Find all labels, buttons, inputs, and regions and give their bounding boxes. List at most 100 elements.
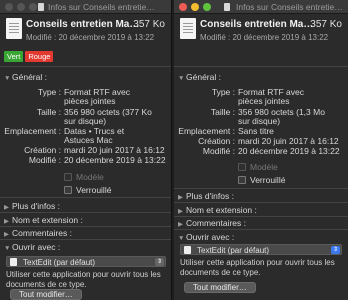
type-value-line2: pièces jointes <box>64 96 116 106</box>
disclosure-closed-icon: ▶ <box>178 208 183 215</box>
type-row-cont: pièces jointes <box>238 97 290 106</box>
open-with-app: TextEdit (par défaut) <box>197 246 270 255</box>
file-name: Conseils entretien Ma… <box>26 19 140 30</box>
created-key: Création : <box>198 136 235 146</box>
divider <box>0 226 171 227</box>
disclosure-closed-icon: ▶ <box>4 218 9 225</box>
size-row-cont: sur disque) <box>64 117 106 126</box>
window-title: Infos sur Conseils entretie… <box>236 2 343 12</box>
modified-date: Modifié : 20 décembre 2019 à 13:22 <box>200 33 329 42</box>
tag-green[interactable]: Vert <box>4 51 24 62</box>
stationery-checkbox: Modèle <box>64 172 104 182</box>
section-open-with[interactable]: ▼ Ouvrir avec : <box>4 242 60 252</box>
file-name: Conseils entretien Ma… <box>200 19 314 30</box>
section-general[interactable]: ▼ Général : <box>178 72 221 82</box>
popup-arrows-icon: ⇕ <box>331 246 340 254</box>
section-label: Plus d'infos : <box>186 191 234 201</box>
tag-red[interactable]: Rouge <box>25 51 54 62</box>
help-line-1: Utiliser cette application pour ouvrir t… <box>180 258 335 267</box>
open-with-popup[interactable]: TextEdit (par défaut) ⇕ <box>6 256 166 267</box>
locked-label: Verrouillé <box>250 175 286 185</box>
section-comments[interactable]: ▶ Commentaires : <box>178 218 246 228</box>
created-value: mardi 20 juin 2017 à 16:12 <box>64 145 165 155</box>
section-name-extension[interactable]: ▶ Nom et extension : <box>178 205 257 215</box>
modified-key: Modifié : <box>202 146 235 156</box>
section-open-with[interactable]: ▼ Ouvrir avec : <box>178 232 234 242</box>
divider <box>0 66 171 67</box>
section-label: Ouvrir avec : <box>186 232 235 242</box>
open-with-help: Utiliser cette application pour ouvrir t… <box>180 258 335 278</box>
file-size: 357 Ko <box>133 19 165 30</box>
rtf-document-icon <box>180 18 196 39</box>
modified-row: Modifié : 20 décembre 2019 à 13:22 <box>203 146 340 156</box>
tags-field[interactable]: Vert Rouge <box>4 51 54 62</box>
section-label: Commentaires : <box>186 218 246 228</box>
open-with-help: Utiliser cette application pour ouvrir t… <box>6 270 161 290</box>
created-row: Création : mardi 20 juin 2017 à 16:12 <box>24 145 165 155</box>
type-row-cont: pièces jointes <box>64 97 116 106</box>
location-key: Emplacement : <box>178 126 235 136</box>
title-bar[interactable]: Infos sur Conseils entretie… <box>0 0 171 14</box>
location-row-cont: Astuces Mac <box>64 136 113 145</box>
divider <box>174 229 348 230</box>
change-all-button[interactable]: Tout modifier… <box>184 282 256 293</box>
divider <box>0 197 171 198</box>
modified-row: Modifié : 20 décembre 2019 à 13:22 <box>29 156 166 165</box>
size-value-line2: sur disque) <box>238 116 281 126</box>
size-value-line2: sur disque) <box>64 116 107 126</box>
checkbox-box <box>238 163 246 171</box>
disclosure-open-icon: ▼ <box>4 245 11 252</box>
section-label: Général : <box>12 72 47 82</box>
section-label: Plus d'infos : <box>12 201 60 211</box>
divider <box>174 188 348 189</box>
section-more-info[interactable]: ▶ Plus d'infos : <box>4 201 60 211</box>
modified-key: Modifié : <box>28 155 61 165</box>
checkbox-box[interactable] <box>238 176 246 184</box>
checkbox-box <box>64 173 72 181</box>
section-comments[interactable]: ▶ Commentaires : <box>4 228 72 238</box>
section-label: Nom et extension : <box>12 215 83 225</box>
open-with-popup[interactable]: TextEdit (par défaut) ⇕ <box>180 244 342 255</box>
locked-checkbox[interactable]: Verrouillé <box>238 175 285 185</box>
stationery-checkbox: Modèle <box>238 162 278 172</box>
created-row: Création : mardi 20 juin 2017 à 16:12 <box>198 137 339 146</box>
disclosure-closed-icon: ▶ <box>178 221 183 228</box>
change-all-button[interactable]: Tout modifier… <box>10 289 82 300</box>
divider <box>174 202 348 203</box>
help-line-1: Utiliser cette application pour ouvrir t… <box>6 270 161 279</box>
location-value-line2: Astuces Mac <box>64 135 113 145</box>
stationery-label: Modèle <box>76 172 104 182</box>
section-name-extension[interactable]: ▶ Nom et extension : <box>4 215 83 225</box>
textedit-app-icon <box>10 258 17 266</box>
section-general[interactable]: ▼ Général : <box>4 72 47 82</box>
stationery-label: Modèle <box>250 162 278 172</box>
disclosure-closed-icon: ▶ <box>4 231 9 238</box>
divider <box>0 239 171 240</box>
section-label: Nom et extension : <box>186 205 257 215</box>
divider <box>174 66 348 67</box>
section-label: Ouvrir avec : <box>12 242 61 252</box>
section-label: Commentaires : <box>12 228 72 238</box>
location-key: Emplacement : <box>4 126 61 136</box>
info-window-left: Infos sur Conseils entretie… Conseils en… <box>0 0 172 300</box>
rtf-document-icon <box>6 18 22 39</box>
type-key: Type : <box>211 87 235 97</box>
created-key: Création : <box>24 145 61 155</box>
textedit-app-icon <box>184 246 191 254</box>
section-more-info[interactable]: ▶ Plus d'infos : <box>178 191 234 201</box>
size-row-cont: sur disque) <box>238 117 280 126</box>
disclosure-open-icon: ▼ <box>4 75 11 82</box>
title-bar[interactable]: Infos sur Conseils entretie… <box>174 0 348 14</box>
window-title: Infos sur Conseils entretie… <box>48 2 155 12</box>
type-value-line2: pièces jointes <box>238 96 290 106</box>
modified-value: 20 décembre 2019 à 13:22 <box>238 146 340 156</box>
file-size: 357 Ko <box>310 19 342 30</box>
disclosure-open-icon: ▼ <box>178 75 185 82</box>
checkbox-box[interactable] <box>64 186 72 194</box>
size-key: Taille : <box>36 107 61 117</box>
locked-checkbox[interactable]: Verrouillé <box>64 185 111 195</box>
size-key: Taille : <box>210 107 235 117</box>
disclosure-closed-icon: ▶ <box>4 204 9 211</box>
locked-label: Verrouillé <box>76 185 112 195</box>
help-line-2: documents de ce type. <box>180 268 261 277</box>
